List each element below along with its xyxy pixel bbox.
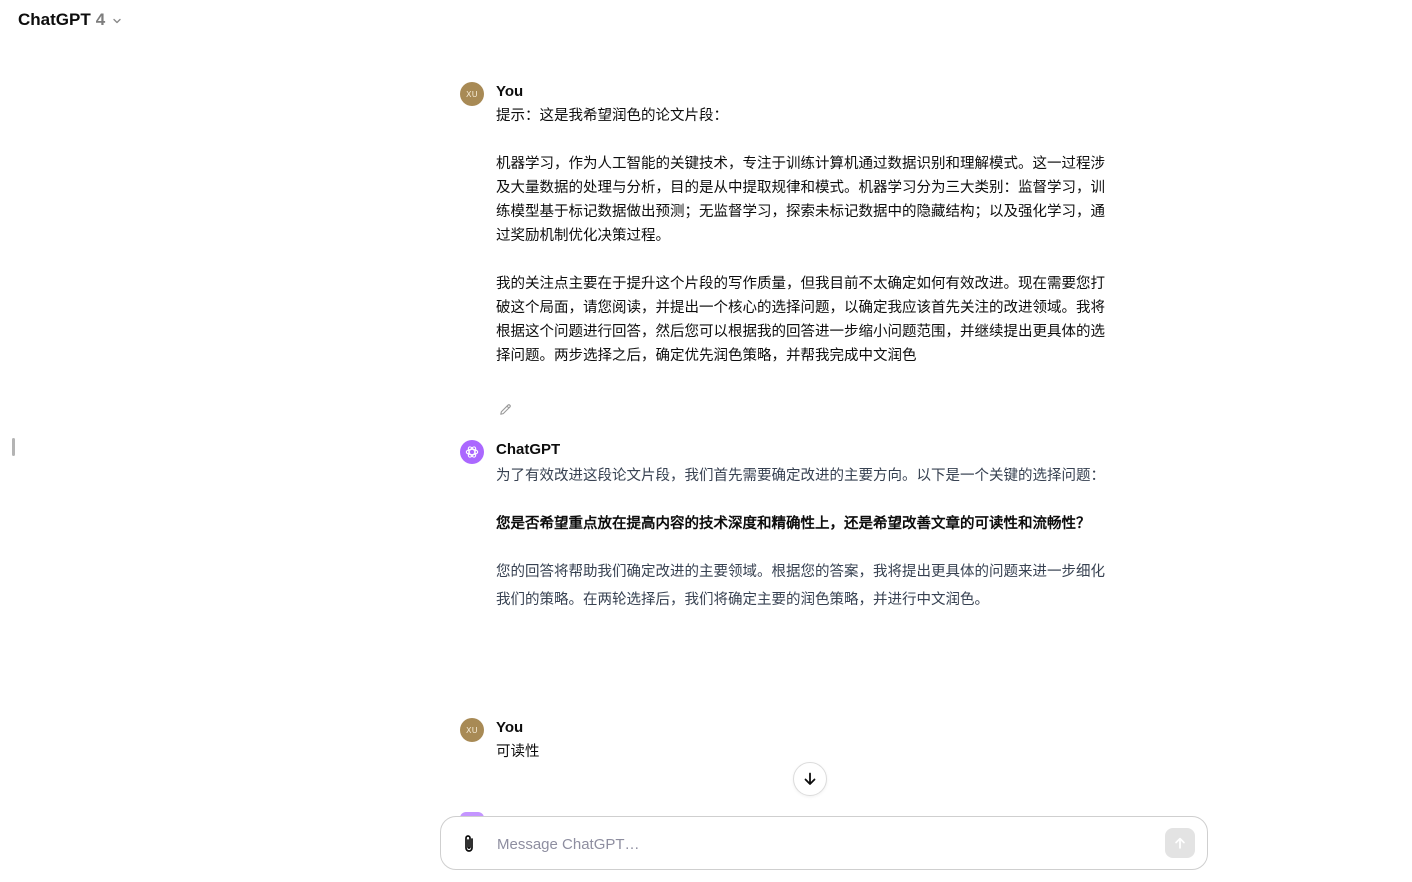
attach-file-button[interactable] — [457, 832, 481, 856]
model-name: ChatGPT — [18, 10, 91, 29]
message-paragraph: 我的关注点主要在于提升这个片段的写作质量，但我目前不太确定如何有效改进。现在需要… — [496, 276, 1105, 364]
user-avatar: XU — [460, 82, 484, 106]
send-button[interactable] — [1165, 828, 1195, 858]
message-body: 为了有效改进这段论文片段，我们首先需要确定改进的主要方向。以下是一个关键的选择问… — [496, 462, 1106, 614]
scroll-to-bottom-button[interactable] — [793, 762, 827, 796]
user-avatar: XU — [460, 718, 484, 742]
avatar-initials: XU — [466, 89, 478, 99]
message-paragraph: 您的回答将帮助我们确定改进的主要领域。根据您的答案，我将提出更具体的问题来进一步… — [496, 564, 1105, 608]
message-paragraph: 可读性 — [496, 744, 540, 760]
message-paragraph: 机器学习，作为人工智能的关键技术，专注于训练计算机通过数据识别和理解模式。这一过… — [496, 156, 1105, 244]
arrow-up-icon — [1173, 836, 1187, 850]
message-paragraph: 为了有效改进这段论文片段，我们首先需要确定改进的主要方向。以下是一个关键的选择问… — [496, 468, 1105, 484]
message-composer — [440, 816, 1208, 870]
pencil-icon[interactable] — [496, 400, 514, 418]
chevron-down-icon — [111, 15, 123, 27]
openai-logo-icon — [460, 440, 484, 464]
model-version: 4 — [95, 10, 106, 29]
message-input[interactable] — [495, 829, 1135, 859]
message-author: ChatGPT — [496, 441, 561, 458]
message-body: 可读性 — [496, 740, 1106, 764]
message-question: 您是否希望重点放在提高内容的技术深度和精确性上，还是希望改善文章的可读性和流畅性… — [496, 516, 1091, 532]
arrow-down-icon — [802, 771, 818, 787]
message-author: You — [496, 719, 524, 736]
message-author: You — [496, 83, 524, 100]
avatar-initials: XU — [466, 725, 478, 735]
message-paragraph: 提示：这是我希望润色的论文片段： — [496, 108, 728, 124]
paperclip-icon — [459, 833, 479, 855]
message-body: 提示：这是我希望润色的论文片段： 机器学习，作为人工智能的关键技术，专注于训练计… — [496, 104, 1106, 368]
sidebar-toggle-handle[interactable] — [12, 438, 15, 456]
model-selector[interactable]: ChatGPT 4 — [18, 8, 123, 32]
